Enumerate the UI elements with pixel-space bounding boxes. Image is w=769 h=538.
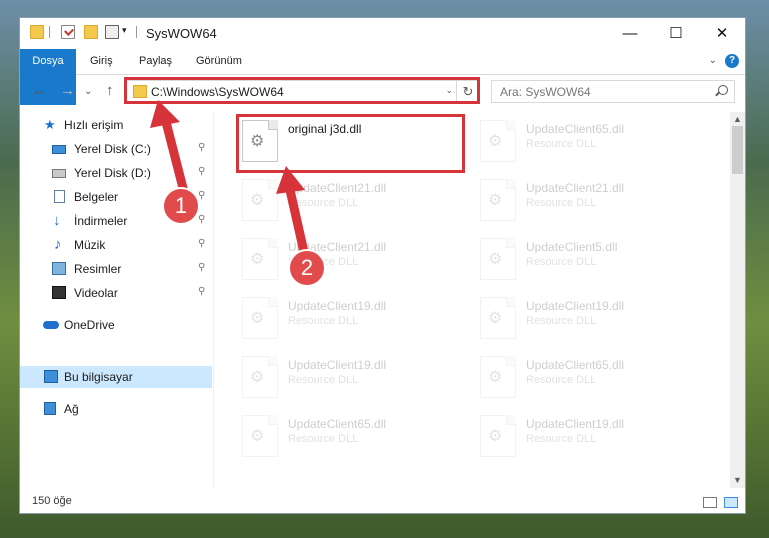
arrow-2-head: [276, 166, 305, 194]
annotation-arrows: [150, 100, 309, 257]
step-2-badge: 2: [288, 249, 326, 287]
step-1-badge: 1: [162, 187, 200, 225]
arrow-1-shaft: [161, 117, 189, 197]
arrow-2-shaft: [285, 185, 309, 257]
arrow-1-head: [150, 100, 180, 128]
